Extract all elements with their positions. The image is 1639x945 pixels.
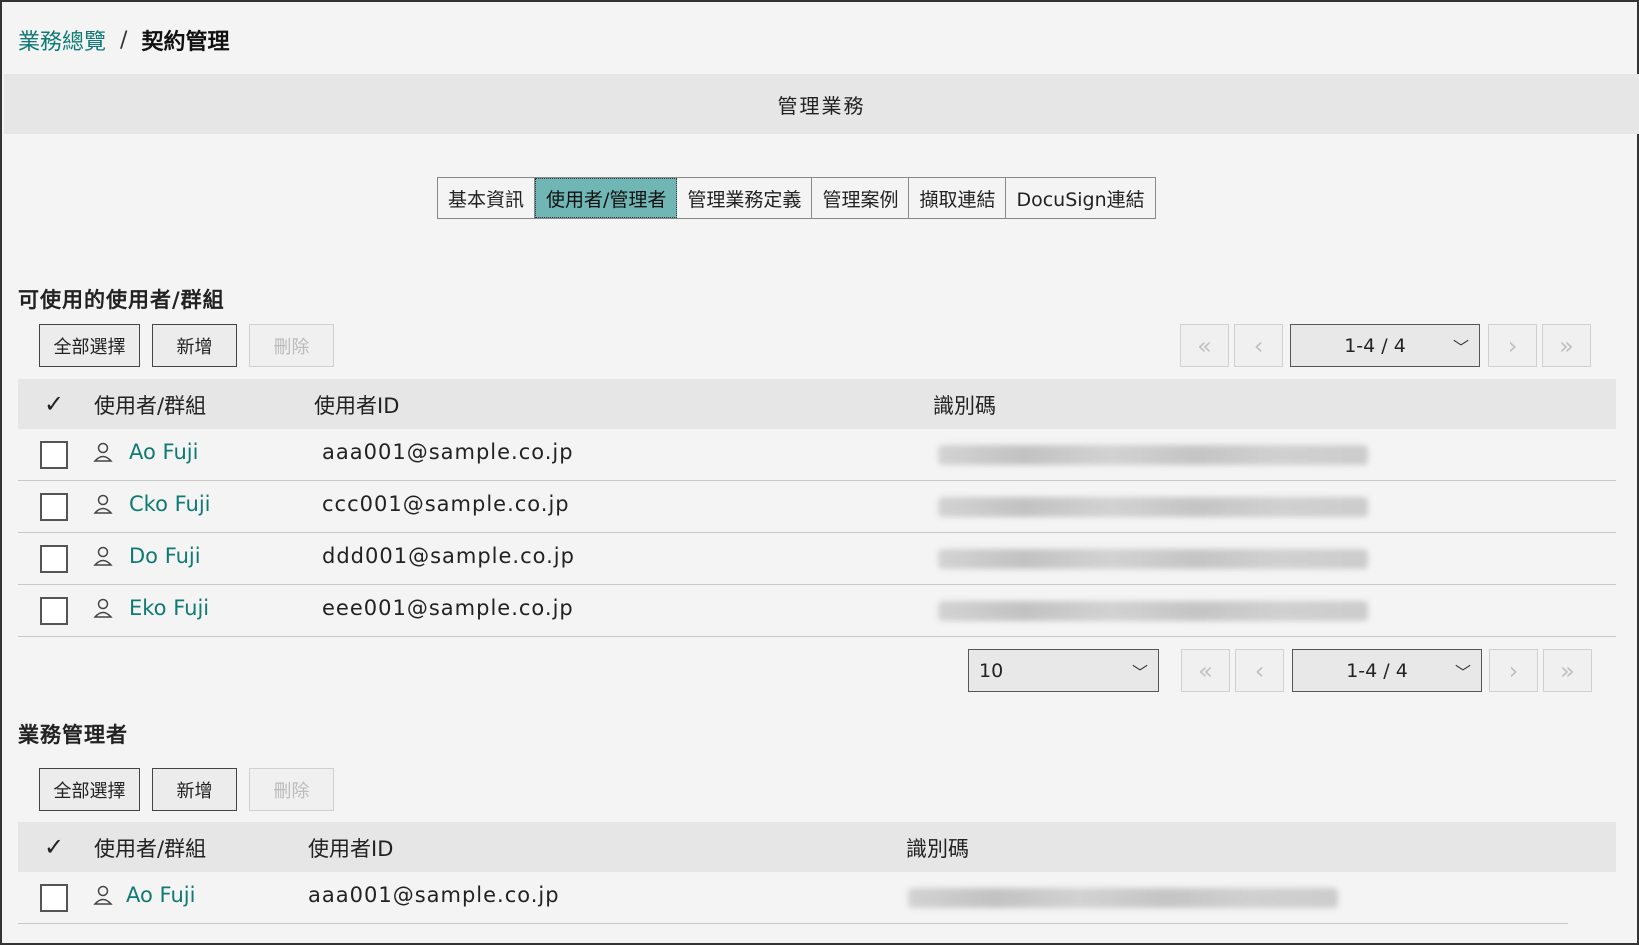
page-range-select-bottom[interactable]: 1-4 / 4 ﹀: [1292, 649, 1482, 692]
column-user: 使用者/群組: [94, 394, 207, 418]
add-button[interactable]: 新增: [152, 768, 237, 811]
row-checkbox[interactable]: [40, 884, 68, 912]
next-page-button[interactable]: ›: [1488, 324, 1537, 367]
user-icon: [93, 598, 113, 618]
column-user-id: 使用者ID: [314, 394, 400, 418]
user-icon: [93, 885, 113, 905]
breadcrumb-parent-link[interactable]: 業務總覽: [18, 24, 106, 56]
chevron-left-icon: ‹: [1253, 331, 1264, 360]
double-chevron-left-icon: «: [1197, 331, 1212, 360]
next-page-button[interactable]: ›: [1489, 649, 1538, 692]
tab-bar: 基本資訊 使用者/管理者 管理業務定義 管理案例 擷取連結 DocuSign連結: [437, 177, 1156, 219]
last-page-button[interactable]: »: [1542, 324, 1591, 367]
first-page-button[interactable]: «: [1181, 649, 1230, 692]
check-all-icon[interactable]: ✓: [44, 833, 64, 861]
row-checkbox[interactable]: [40, 597, 68, 625]
prev-page-button[interactable]: ‹: [1235, 649, 1284, 692]
chevron-down-icon: ﹀: [1452, 337, 1469, 357]
page-size-select[interactable]: 10 ﹀: [968, 649, 1159, 692]
users-table-header: ✓ 使用者/群組 使用者ID 識別碼: [18, 379, 1616, 429]
admins-table-header: ✓ 使用者/群組 使用者ID 識別碼: [18, 822, 1616, 872]
user-name-link[interactable]: Eko Fuji: [129, 596, 209, 620]
column-user: 使用者/群組: [94, 837, 207, 861]
section-title: 管理業務: [777, 93, 866, 118]
identifier-redacted: [908, 888, 1338, 908]
user-id: ccc001@sample.co.jp: [322, 492, 570, 516]
page-range-value: 1-4 / 4: [1346, 659, 1408, 682]
first-page-button[interactable]: «: [1180, 324, 1229, 367]
identifier-redacted: [938, 497, 1368, 517]
table-row: Cko Fuji ccc001@sample.co.jp: [18, 481, 1616, 533]
chevron-down-icon: ﹀: [1454, 662, 1471, 682]
user-id: ddd001@sample.co.jp: [322, 544, 575, 568]
users-section-title: 可使用的使用者/群組: [18, 288, 225, 312]
breadcrumb: 業務總覽 / 契約管理: [18, 24, 229, 56]
user-icon: [93, 494, 113, 514]
row-checkbox[interactable]: [40, 441, 68, 469]
user-icon: [93, 442, 113, 462]
section-title-bar: 管理業務: [4, 74, 1639, 134]
add-button[interactable]: 新增: [152, 324, 237, 367]
user-icon: [93, 546, 113, 566]
identifier-redacted: [938, 601, 1368, 621]
tab-fetch-link[interactable]: 擷取連結: [909, 178, 1007, 218]
tab-business-definition[interactable]: 管理業務定義: [677, 178, 813, 218]
user-id: aaa001@sample.co.jp: [322, 440, 574, 464]
user-name-link[interactable]: Ao Fuji: [129, 440, 198, 464]
breadcrumb-current: 契約管理: [141, 30, 230, 55]
tab-management-cases[interactable]: 管理案例: [812, 178, 910, 218]
column-user-id: 使用者ID: [308, 837, 394, 861]
chevron-down-icon: ﹀: [1131, 662, 1148, 682]
table-row: Do Fuji ddd001@sample.co.jp: [18, 533, 1616, 585]
identifier-redacted: [938, 549, 1368, 569]
user-id: eee001@sample.co.jp: [322, 596, 574, 620]
user-name-link[interactable]: Cko Fuji: [129, 492, 211, 516]
delete-button[interactable]: 刪除: [249, 768, 334, 811]
table-row: Eko Fuji eee001@sample.co.jp: [18, 585, 1616, 637]
column-identifier: 識別碼: [906, 837, 969, 861]
tab-users-admins[interactable]: 使用者/管理者: [535, 178, 678, 218]
page-size-value: 10: [979, 659, 1004, 682]
select-all-button[interactable]: 全部選擇: [39, 768, 140, 811]
chevron-right-icon: ›: [1508, 656, 1519, 685]
chevron-left-icon: ‹: [1254, 656, 1265, 685]
row-checkbox[interactable]: [40, 493, 68, 521]
prev-page-button[interactable]: ‹: [1234, 324, 1283, 367]
table-row: Ao Fuji aaa001@sample.co.jp: [18, 872, 1568, 924]
page-range-value: 1-4 / 4: [1344, 334, 1406, 357]
select-all-button[interactable]: 全部選擇: [39, 324, 140, 367]
table-row: Ao Fuji aaa001@sample.co.jp: [18, 429, 1616, 481]
admins-section-title: 業務管理者: [18, 723, 128, 747]
tab-basic-info[interactable]: 基本資訊: [438, 178, 536, 218]
app-frame: 業務總覽 / 契約管理 管理業務 基本資訊 使用者/管理者 管理業務定義 管理案…: [0, 0, 1639, 945]
column-identifier: 識別碼: [933, 394, 996, 418]
user-name-link[interactable]: Ao Fuji: [126, 883, 195, 907]
row-checkbox[interactable]: [40, 545, 68, 573]
check-all-icon[interactable]: ✓: [44, 390, 64, 418]
last-page-button[interactable]: »: [1543, 649, 1592, 692]
user-id: aaa001@sample.co.jp: [308, 883, 560, 907]
breadcrumb-separator: /: [120, 27, 128, 53]
identifier-redacted: [938, 445, 1368, 465]
delete-button[interactable]: 刪除: [249, 324, 334, 367]
tab-docusign-link[interactable]: DocuSign連結: [1006, 178, 1155, 218]
chevron-right-icon: ›: [1507, 331, 1518, 360]
double-chevron-right-icon: »: [1559, 331, 1574, 360]
page-range-select-top[interactable]: 1-4 / 4 ﹀: [1290, 324, 1480, 367]
double-chevron-right-icon: »: [1560, 656, 1575, 685]
user-name-link[interactable]: Do Fuji: [129, 544, 201, 568]
double-chevron-left-icon: «: [1198, 656, 1213, 685]
